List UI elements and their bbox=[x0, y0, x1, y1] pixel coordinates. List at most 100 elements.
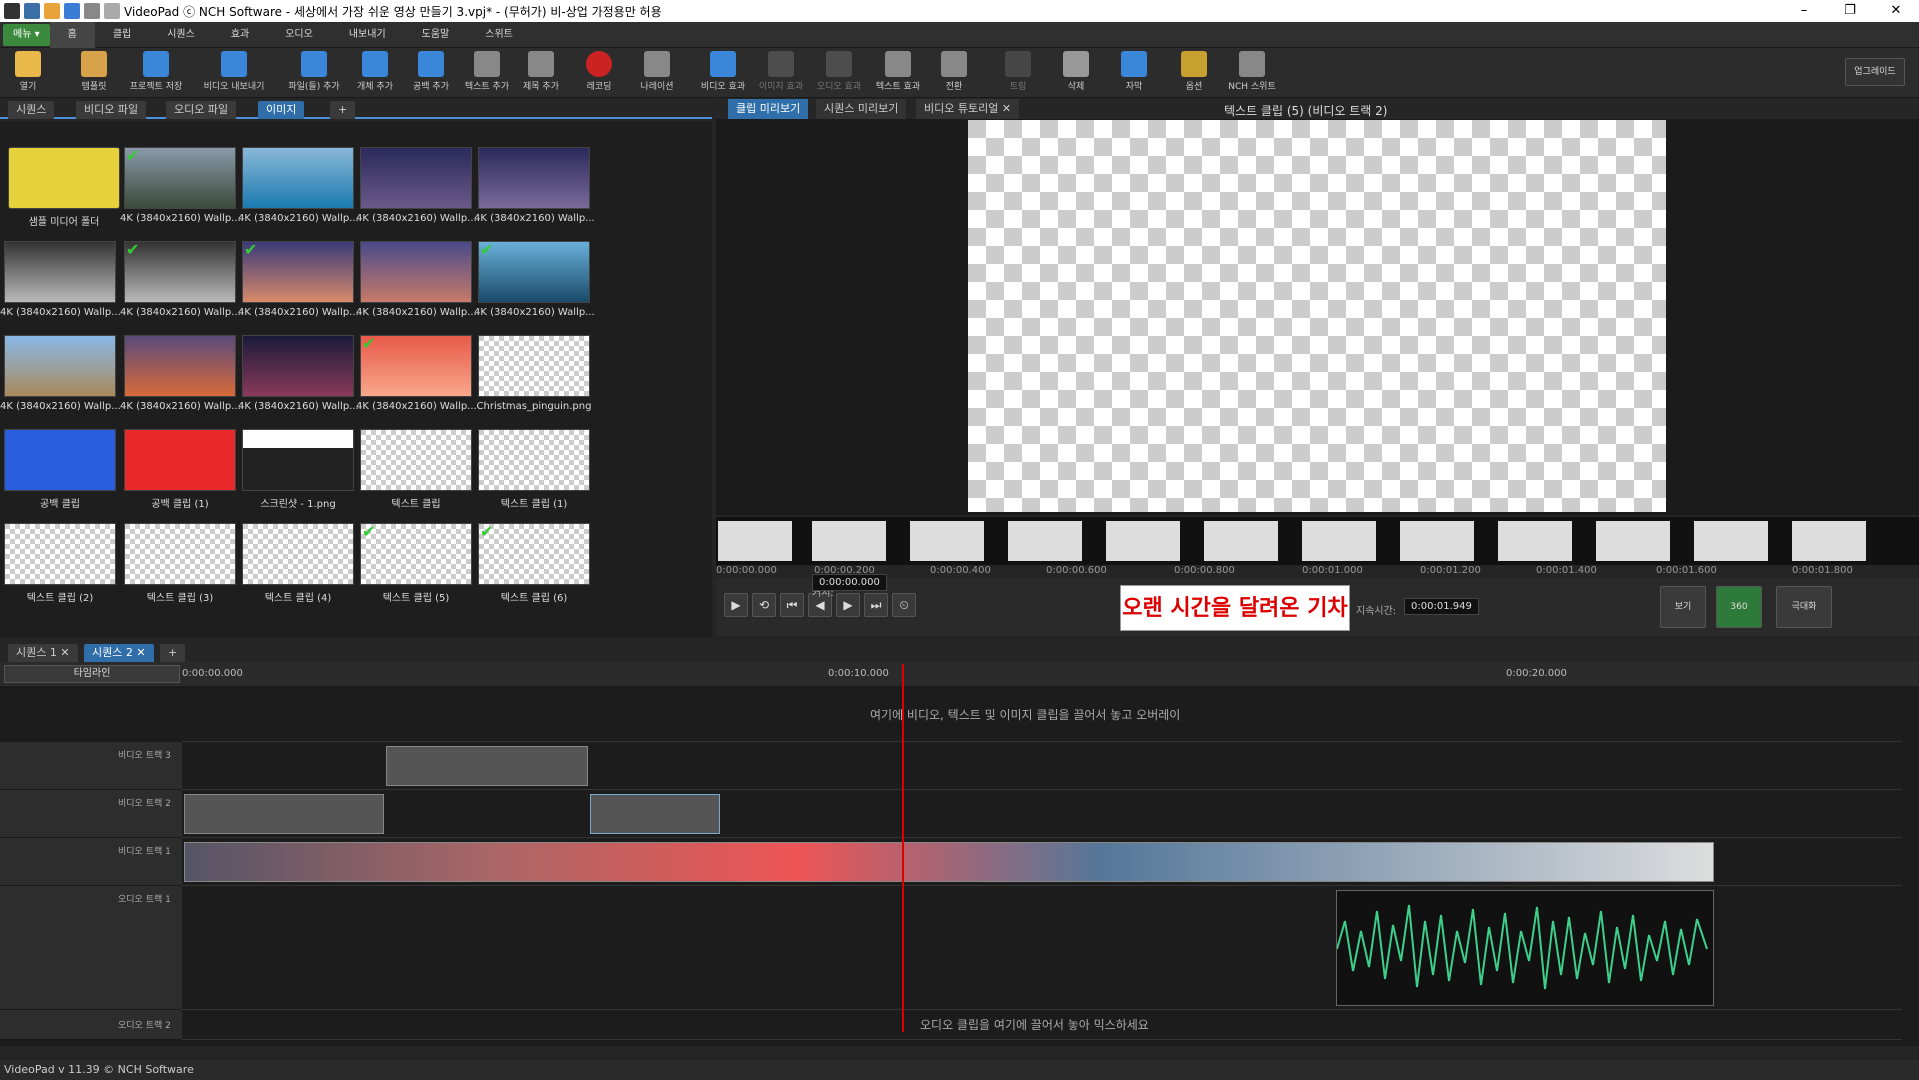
menu-tab-suite[interactable]: 스위트 bbox=[467, 22, 531, 48]
add-blank-button[interactable]: 공백 추가 bbox=[408, 51, 454, 97]
track-header-audio-1[interactable]: 오디오 트랙 1 bbox=[0, 886, 182, 1010]
audio-clip[interactable] bbox=[1336, 890, 1714, 1006]
undo-icon[interactable] bbox=[84, 3, 100, 19]
trim-button[interactable]: 트림 bbox=[1000, 51, 1036, 97]
speed-button[interactable]: ⏲ bbox=[892, 593, 916, 617]
video-effects-button[interactable]: 비디오 효과 bbox=[698, 51, 748, 97]
track-header-video-3[interactable]: 비디오 트랙 3 bbox=[0, 742, 182, 790]
subtitles-button[interactable]: 자막 bbox=[1116, 51, 1152, 97]
bin-thumb[interactable] bbox=[124, 523, 236, 585]
window-title: VideoPad ⓒ NCH Software - 세상에서 가장 쉬운 영상 … bbox=[124, 4, 662, 19]
bin-thumb[interactable] bbox=[478, 335, 590, 397]
bin-thumb[interactable] bbox=[242, 335, 354, 397]
add-files-button[interactable]: 파일(들) 추가 bbox=[284, 51, 344, 97]
timeline-tracks: 여기에 비디오, 텍스트 및 이미지 클립을 끌어서 놓고 오버레이 비디오 트… bbox=[0, 686, 1919, 1046]
tab-audio-files[interactable]: 오디오 파일 bbox=[166, 101, 237, 119]
text-overlay-preview[interactable]: 오랜 시간을 달려온 기차 bbox=[1120, 585, 1350, 631]
timeline-clip[interactable] bbox=[386, 746, 588, 786]
new-icon[interactable] bbox=[24, 3, 40, 19]
tab-add[interactable]: + bbox=[330, 101, 356, 119]
play-button[interactable]: ▶ bbox=[724, 593, 748, 617]
bin-thumb[interactable] bbox=[124, 429, 236, 491]
timeline-mode-select[interactable]: 타임라인 bbox=[4, 665, 180, 683]
filmstrip-frame bbox=[1302, 521, 1376, 561]
tab-video-tutorial[interactable]: 비디오 튜토리얼 ✕ bbox=[916, 99, 1020, 119]
save-project-button[interactable]: 프로젝트 저장 bbox=[126, 51, 186, 97]
bin-thumb[interactable] bbox=[242, 147, 354, 209]
bin-thumb[interactable] bbox=[124, 335, 236, 397]
menu-tab-clip[interactable]: 클립 bbox=[95, 22, 149, 48]
add-text-button[interactable]: 텍스트 추가 bbox=[462, 51, 512, 97]
track-header-video-2[interactable]: 비디오 트랙 2 bbox=[0, 790, 182, 838]
playhead[interactable] bbox=[902, 664, 904, 1032]
bin-thumb[interactable] bbox=[4, 241, 116, 303]
menu-tab-home[interactable]: 홈 bbox=[49, 21, 95, 48]
options-button[interactable]: 옵션 bbox=[1176, 51, 1212, 97]
lane-video-2[interactable] bbox=[182, 790, 1902, 838]
timeline-clip-strip[interactable] bbox=[184, 842, 1714, 882]
tab-video-files[interactable]: 비디오 파일 bbox=[76, 101, 147, 119]
maximize-button[interactable]: ❐ bbox=[1827, 0, 1873, 22]
transition-button[interactable]: 전환 bbox=[936, 51, 972, 97]
timeline-clip[interactable] bbox=[184, 794, 384, 834]
record-button[interactable]: 레코딩 bbox=[576, 51, 622, 97]
main-menu-button[interactable]: 메뉴 ▾ bbox=[3, 23, 50, 46]
track-header-video-1[interactable]: 비디오 트랙 1 bbox=[0, 838, 182, 886]
loop-button[interactable]: ⟲ bbox=[752, 593, 776, 617]
bin-thumb[interactable] bbox=[4, 429, 116, 491]
upgrade-button[interactable]: 업그레이드 bbox=[1845, 58, 1905, 86]
bin-thumb[interactable] bbox=[478, 147, 590, 209]
fullscreen-button[interactable]: 극대화 bbox=[1776, 586, 1832, 628]
menu-tab-help[interactable]: 도움말 bbox=[404, 22, 468, 48]
menu-tab-sequence[interactable]: 시퀀스 bbox=[149, 22, 213, 48]
minimize-button[interactable]: – bbox=[1781, 0, 1827, 22]
nch-suite-button[interactable]: NCH 스위트 bbox=[1224, 51, 1280, 97]
bin-thumb[interactable] bbox=[360, 241, 472, 303]
close-button[interactable]: ✕ bbox=[1873, 0, 1919, 22]
open-button[interactable]: 열기 bbox=[8, 51, 48, 97]
bin-thumb[interactable] bbox=[360, 147, 472, 209]
bin-thumb[interactable] bbox=[242, 429, 354, 491]
duration-time[interactable]: 0:00:01.949 bbox=[1404, 598, 1479, 615]
sequence-tabs: 시퀀스 1 ✕ 시퀀스 2 ✕ + bbox=[0, 642, 1919, 662]
open-icon[interactable] bbox=[44, 3, 60, 19]
bin-thumb[interactable] bbox=[4, 523, 116, 585]
view-button[interactable]: 보기 bbox=[1660, 586, 1706, 628]
tab-sequences[interactable]: 시퀀스 bbox=[8, 101, 55, 119]
narration-button[interactable]: 나레이션 bbox=[634, 51, 680, 97]
delete-button[interactable]: 삭제 bbox=[1058, 51, 1094, 97]
cursor-time[interactable]: 0:00:00.000 bbox=[812, 574, 887, 591]
bin-thumb[interactable] bbox=[4, 335, 116, 397]
step-forward-button[interactable]: ▶ bbox=[836, 593, 860, 617]
skip-end-button[interactable]: ⏭ bbox=[864, 593, 888, 617]
skip-start-button[interactable]: ⏮ bbox=[780, 593, 804, 617]
image-effects-button[interactable]: 이미지 효과 bbox=[754, 51, 808, 97]
save-icon[interactable] bbox=[64, 3, 80, 19]
track-header-audio-2[interactable]: 오디오 트랙 2 bbox=[0, 1010, 182, 1040]
menu-tab-effects[interactable]: 효과 bbox=[213, 22, 267, 48]
add-object-button[interactable]: 개체 추가 bbox=[352, 51, 398, 97]
bin-thumb[interactable] bbox=[360, 429, 472, 491]
audio-fx-icon bbox=[826, 51, 852, 77]
bin-thumb[interactable] bbox=[242, 523, 354, 585]
tab-clip-preview[interactable]: 클립 미리보기 bbox=[728, 99, 809, 119]
tab-images[interactable]: 이미지 bbox=[258, 101, 305, 119]
tab-sequence-2[interactable]: 시퀀스 2 ✕ bbox=[84, 644, 154, 662]
bin-thumb[interactable] bbox=[478, 429, 590, 491]
tab-sequence-1[interactable]: 시퀀스 1 ✕ bbox=[8, 644, 78, 662]
text-effects-button[interactable]: 텍스트 효과 bbox=[870, 51, 926, 97]
folder-thumb[interactable] bbox=[8, 147, 120, 209]
add-title-button[interactable]: 제목 추가 bbox=[518, 51, 564, 97]
clip-filmstrip[interactable] bbox=[716, 517, 1919, 565]
tab-sequence-preview[interactable]: 시퀀스 미리보기 bbox=[816, 99, 907, 119]
timeline-clip-selected[interactable] bbox=[590, 794, 720, 834]
tab-add-sequence[interactable]: + bbox=[160, 644, 186, 662]
export-video-button[interactable]: 비디오 내보내기 bbox=[200, 51, 268, 97]
template-button[interactable]: 템플릿 bbox=[74, 51, 114, 97]
view-360-button[interactable]: 360 bbox=[1716, 586, 1762, 628]
redo-icon[interactable] bbox=[104, 3, 120, 19]
menu-tab-export[interactable]: 내보내기 bbox=[331, 22, 404, 48]
audio-effects-button[interactable]: 오디오 효과 bbox=[812, 51, 866, 97]
menu-tab-audio[interactable]: 오디오 bbox=[267, 22, 331, 48]
preview-canvas[interactable] bbox=[968, 120, 1666, 512]
